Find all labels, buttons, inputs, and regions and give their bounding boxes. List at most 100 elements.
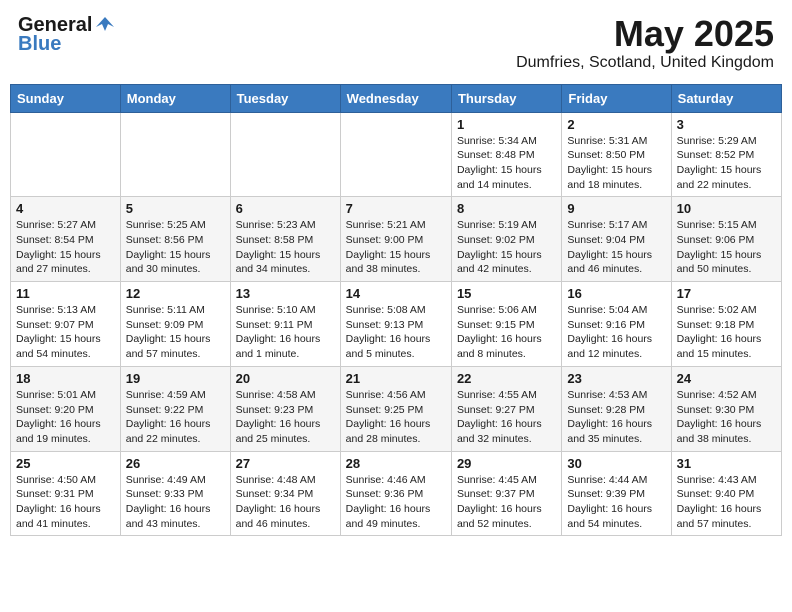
weekday-header-row: SundayMondayTuesdayWednesdayThursdayFrid…	[11, 84, 782, 112]
day-number: 1	[457, 117, 556, 132]
day-number: 17	[677, 286, 776, 301]
weekday-header-thursday: Thursday	[451, 84, 561, 112]
title-block: May 2025 Dumfries, Scotland, United King…	[516, 14, 774, 72]
calendar-cell: 6 Sunrise: 5:23 AM Sunset: 8:58 PM Daylig…	[230, 197, 340, 282]
day-detail: Sunrise: 5:29 AM Sunset: 8:52 PM Dayligh…	[677, 134, 776, 193]
day-number: 14	[346, 286, 446, 301]
day-number: 15	[457, 286, 556, 301]
calendar-cell: 24Sunrise: 4:52 AM Sunset: 9:30 PM Dayli…	[671, 366, 781, 451]
weekday-header-wednesday: Wednesday	[340, 84, 451, 112]
day-detail: Sunrise: 5:27 AM Sunset: 8:54 PM Dayligh…	[16, 218, 115, 277]
calendar-cell: 9 Sunrise: 5:17 AM Sunset: 9:04 PM Daylig…	[562, 197, 671, 282]
day-detail: Sunrise: 4:52 AM Sunset: 9:30 PM Dayligh…	[677, 388, 776, 447]
day-number: 12	[126, 286, 225, 301]
day-detail: Sunrise: 5:34 AM Sunset: 8:48 PM Dayligh…	[457, 134, 556, 193]
calendar-cell: 27 Sunrise: 4:48 AM Sunset: 9:34 PM Dayli…	[230, 451, 340, 536]
day-detail: Sunrise: 5:06 AM Sunset: 9:15 PM Dayligh…	[457, 303, 556, 362]
day-number: 31	[677, 456, 776, 471]
day-detail: Sunrise: 5:08 AM Sunset: 9:13 PM Dayligh…	[346, 303, 446, 362]
day-detail: Sunrise: 4:55 AM Sunset: 9:27 PM Dayligh…	[457, 388, 556, 447]
calendar-cell: 19 Sunrise: 4:59 AM Sunset: 9:22 PM Dayli…	[120, 366, 230, 451]
day-detail: Sunrise: 4:45 AM Sunset: 9:37 PM Dayligh…	[457, 473, 556, 532]
day-detail: Sunrise: 5:15 AM Sunset: 9:06 PM Dayligh…	[677, 218, 776, 277]
calendar-cell: 13Sunrise: 5:10 AM Sunset: 9:11 PM Dayli…	[230, 282, 340, 367]
weekday-header-tuesday: Tuesday	[230, 84, 340, 112]
calendar-cell: 3 Sunrise: 5:29 AM Sunset: 8:52 PM Daylig…	[671, 112, 781, 197]
calendar-week-row: 11 Sunrise: 5:13 AM Sunset: 9:07 PM Dayli…	[11, 282, 782, 367]
calendar-week-row: 1 Sunrise: 5:34 AM Sunset: 8:48 PM Daylig…	[11, 112, 782, 197]
calendar-cell	[340, 112, 451, 197]
calendar-cell: 26Sunrise: 4:49 AM Sunset: 9:33 PM Dayli…	[120, 451, 230, 536]
calendar-cell: 16Sunrise: 5:04 AM Sunset: 9:16 PM Dayli…	[562, 282, 671, 367]
calendar-cell: 17 Sunrise: 5:02 AM Sunset: 9:18 PM Dayli…	[671, 282, 781, 367]
day-number: 27	[236, 456, 335, 471]
calendar-cell: 11 Sunrise: 5:13 AM Sunset: 9:07 PM Dayli…	[11, 282, 121, 367]
day-detail: Sunrise: 5:23 AM Sunset: 8:58 PM Dayligh…	[236, 218, 335, 277]
logo: General Blue	[18, 14, 116, 56]
calendar-cell	[120, 112, 230, 197]
calendar-cell: 31 Sunrise: 4:43 AM Sunset: 9:40 PM Dayli…	[671, 451, 781, 536]
day-number: 20	[236, 371, 335, 386]
calendar-cell: 1 Sunrise: 5:34 AM Sunset: 8:48 PM Daylig…	[451, 112, 561, 197]
day-detail: Sunrise: 5:31 AM Sunset: 8:50 PM Dayligh…	[567, 134, 665, 193]
day-number: 21	[346, 371, 446, 386]
day-number: 19	[126, 371, 225, 386]
weekday-header-friday: Friday	[562, 84, 671, 112]
calendar-cell: 7 Sunrise: 5:21 AM Sunset: 9:00 PM Daylig…	[340, 197, 451, 282]
day-number: 3	[677, 117, 776, 132]
day-detail: Sunrise: 5:11 AM Sunset: 9:09 PM Dayligh…	[126, 303, 225, 362]
month-title: May 2025	[516, 14, 774, 54]
day-detail: Sunrise: 5:17 AM Sunset: 9:04 PM Dayligh…	[567, 218, 665, 277]
day-number: 5	[126, 201, 225, 216]
calendar-cell: 22 Sunrise: 4:55 AM Sunset: 9:27 PM Dayli…	[451, 366, 561, 451]
day-detail: Sunrise: 5:25 AM Sunset: 8:56 PM Dayligh…	[126, 218, 225, 277]
weekday-header-saturday: Saturday	[671, 84, 781, 112]
day-number: 11	[16, 286, 115, 301]
day-number: 26	[126, 456, 225, 471]
day-number: 28	[346, 456, 446, 471]
day-detail: Sunrise: 4:59 AM Sunset: 9:22 PM Dayligh…	[126, 388, 225, 447]
calendar-week-row: 25Sunrise: 4:50 AM Sunset: 9:31 PM Dayli…	[11, 451, 782, 536]
calendar-cell: 4 Sunrise: 5:27 AM Sunset: 8:54 PM Daylig…	[11, 197, 121, 282]
weekday-header-sunday: Sunday	[11, 84, 121, 112]
day-number: 7	[346, 201, 446, 216]
day-number: 23	[567, 371, 665, 386]
day-number: 4	[16, 201, 115, 216]
day-number: 22	[457, 371, 556, 386]
day-detail: Sunrise: 4:50 AM Sunset: 9:31 PM Dayligh…	[16, 473, 115, 532]
calendar-week-row: 4 Sunrise: 5:27 AM Sunset: 8:54 PM Daylig…	[11, 197, 782, 282]
calendar-cell: 29Sunrise: 4:45 AM Sunset: 9:37 PM Dayli…	[451, 451, 561, 536]
day-detail: Sunrise: 4:58 AM Sunset: 9:23 PM Dayligh…	[236, 388, 335, 447]
calendar-cell: 10 Sunrise: 5:15 AM Sunset: 9:06 PM Dayli…	[671, 197, 781, 282]
day-number: 9	[567, 201, 665, 216]
calendar-cell: 20 Sunrise: 4:58 AM Sunset: 9:23 PM Dayli…	[230, 366, 340, 451]
day-detail: Sunrise: 4:44 AM Sunset: 9:39 PM Dayligh…	[567, 473, 665, 532]
day-detail: Sunrise: 4:53 AM Sunset: 9:28 PM Dayligh…	[567, 388, 665, 447]
day-detail: Sunrise: 5:10 AM Sunset: 9:11 PM Dayligh…	[236, 303, 335, 362]
location-title: Dumfries, Scotland, United Kingdom	[516, 54, 774, 72]
day-detail: Sunrise: 4:48 AM Sunset: 9:34 PM Dayligh…	[236, 473, 335, 532]
calendar-cell: 12 Sunrise: 5:11 AM Sunset: 9:09 PM Dayli…	[120, 282, 230, 367]
day-detail: Sunrise: 5:13 AM Sunset: 9:07 PM Dayligh…	[16, 303, 115, 362]
day-detail: Sunrise: 5:02 AM Sunset: 9:18 PM Dayligh…	[677, 303, 776, 362]
calendar-cell: 25Sunrise: 4:50 AM Sunset: 9:31 PM Dayli…	[11, 451, 121, 536]
calendar-cell: 28 Sunrise: 4:46 AM Sunset: 9:36 PM Dayli…	[340, 451, 451, 536]
day-number: 10	[677, 201, 776, 216]
day-detail: Sunrise: 4:46 AM Sunset: 9:36 PM Dayligh…	[346, 473, 446, 532]
day-number: 2	[567, 117, 665, 132]
day-number: 30	[567, 456, 665, 471]
calendar-cell: 2 Sunrise: 5:31 AM Sunset: 8:50 PM Daylig…	[562, 112, 671, 197]
calendar-cell	[11, 112, 121, 197]
day-number: 16	[567, 286, 665, 301]
calendar-cell: 30 Sunrise: 4:44 AM Sunset: 9:39 PM Dayli…	[562, 451, 671, 536]
day-detail: Sunrise: 5:19 AM Sunset: 9:02 PM Dayligh…	[457, 218, 556, 277]
day-number: 6	[236, 201, 335, 216]
day-detail: Sunrise: 5:21 AM Sunset: 9:00 PM Dayligh…	[346, 218, 446, 277]
day-detail: Sunrise: 4:43 AM Sunset: 9:40 PM Dayligh…	[677, 473, 776, 532]
logo-bird-icon	[94, 13, 116, 35]
weekday-header-monday: Monday	[120, 84, 230, 112]
calendar-week-row: 18Sunrise: 5:01 AM Sunset: 9:20 PM Dayli…	[11, 366, 782, 451]
calendar-table: SundayMondayTuesdayWednesdayThursdayFrid…	[10, 84, 782, 537]
day-detail: Sunrise: 5:01 AM Sunset: 9:20 PM Dayligh…	[16, 388, 115, 447]
day-number: 8	[457, 201, 556, 216]
